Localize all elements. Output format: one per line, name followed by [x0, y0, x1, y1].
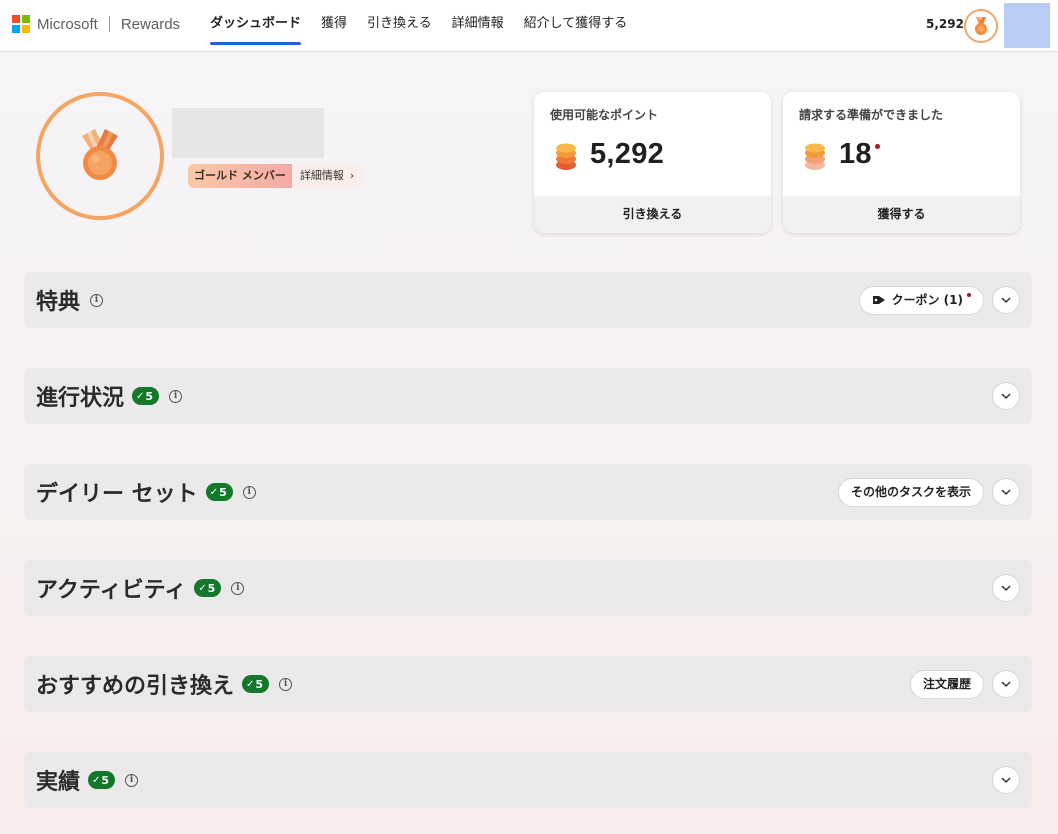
- section-progress[interactable]: 進行状況 ✓ 5 i: [24, 368, 1032, 424]
- checkmark-icon: ✓: [246, 678, 255, 690]
- section-achievements[interactable]: 実績 ✓ 5 i: [24, 752, 1032, 808]
- expand-button[interactable]: [992, 766, 1020, 794]
- nav-tab-dashboard[interactable]: ダッシュボード: [210, 0, 302, 52]
- redeem-button[interactable]: 引き換える: [534, 196, 771, 233]
- order-history-button[interactable]: 注文履歴: [909, 670, 984, 699]
- coupons-button[interactable]: クーポン (1): [858, 286, 984, 315]
- section-title: アクティビティ ✓ 5 i: [36, 560, 245, 616]
- section-title: 特典 i: [36, 272, 104, 328]
- brand-divider: [108, 16, 110, 32]
- nav-tab-earn[interactable]: 獲得: [321, 0, 347, 52]
- info-icon[interactable]: i: [125, 773, 139, 787]
- card-title: 請求する準備ができました: [799, 108, 944, 122]
- nav-tab-refer[interactable]: 紹介して獲得する: [524, 0, 628, 52]
- expand-button[interactable]: [992, 574, 1020, 602]
- chevron-down-icon: [1001, 297, 1011, 304]
- checkmark-icon: ✓: [136, 390, 145, 402]
- badge-count: 5: [207, 581, 216, 595]
- nav-tab-details[interactable]: 詳細情報: [452, 0, 504, 52]
- brand-name: Microsoft: [37, 15, 98, 33]
- completed-count-badge: ✓ 5: [194, 579, 222, 597]
- brand[interactable]: Microsoft Rewards: [12, 14, 180, 34]
- section-daily-set[interactable]: デイリー セット ✓ 5 i その他のタスクを表示: [24, 464, 1032, 520]
- card-title: 使用可能なポイント: [550, 108, 659, 122]
- section-activity[interactable]: アクティビティ ✓ 5 i: [24, 560, 1032, 616]
- info-icon[interactable]: i: [242, 485, 256, 499]
- checkmark-icon: ✓: [198, 582, 207, 594]
- tier-details-link[interactable]: 詳細情報 ›: [291, 164, 365, 188]
- tier-badge: ゴールド メンバー: [188, 164, 292, 188]
- coupons-label: クーポン (1): [891, 293, 964, 307]
- brand-product: Rewards: [120, 15, 181, 33]
- section-title-text: おすすめの引き換え: [36, 674, 235, 699]
- nav-tab-redeem[interactable]: 引き換える: [367, 0, 432, 52]
- chevron-down-icon: [1001, 489, 1011, 496]
- chevron-down-icon: [1001, 585, 1011, 592]
- show-more-tasks-button[interactable]: その他のタスクを表示: [837, 478, 984, 507]
- badge-count: 5: [219, 485, 227, 499]
- notification-dot: [967, 293, 971, 297]
- badge-count: 5: [255, 677, 264, 691]
- coin-stack-icon: [556, 143, 576, 170]
- info-icon[interactable]: i: [169, 389, 183, 403]
- expand-button[interactable]: [992, 670, 1020, 698]
- section-title-text: 実績: [36, 770, 81, 795]
- gold-medal-icon: [82, 129, 118, 180]
- checkmark-icon: ✓: [209, 486, 219, 498]
- info-icon[interactable]: i: [90, 293, 104, 307]
- info-icon[interactable]: i: [279, 677, 293, 691]
- expand-button[interactable]: [992, 382, 1020, 410]
- coin-stack-icon: [805, 143, 825, 170]
- chevron-right-icon: ›: [349, 169, 355, 182]
- main-nav: ダッシュボード 獲得 引き換える 詳細情報 紹介して獲得する: [210, 0, 647, 52]
- completed-count-badge: ✓ 5: [132, 387, 160, 405]
- section-title-text: デイリー セット: [36, 482, 198, 507]
- chevron-down-icon: [1001, 777, 1011, 784]
- profile-medal: [36, 92, 164, 220]
- gold-medal-icon[interactable]: [964, 9, 998, 43]
- available-points-value: 5,292: [590, 138, 665, 170]
- section-title: 実績 ✓ 5 i: [36, 752, 139, 808]
- notification-dot: [875, 144, 880, 149]
- section-title-text: 進行状況: [36, 386, 125, 411]
- section-title: おすすめの引き換え ✓ 5 i: [36, 656, 293, 712]
- section-title-text: アクティビティ: [36, 578, 187, 603]
- tag-icon: [872, 296, 885, 304]
- section-benefits[interactable]: 特典 i クーポン (1): [24, 272, 1032, 328]
- info-icon[interactable]: i: [231, 581, 245, 595]
- header-points[interactable]: 5,292: [926, 17, 964, 31]
- available-points-card: 使用可能なポイント 5,292 引き換える: [534, 92, 771, 233]
- tier-details-label: 詳細情報: [299, 169, 344, 182]
- completed-count-badge: ✓ 5: [88, 771, 116, 789]
- section-title: 進行状況 ✓ 5 i: [36, 368, 183, 424]
- user-name-placeholder: [172, 108, 324, 158]
- ready-to-claim-value: 18: [839, 138, 872, 170]
- completed-count-badge: ✓ 5: [242, 675, 270, 693]
- top-navigation-bar: Microsoft Rewards ダッシュボード 獲得 引き換える 詳細情報 …: [0, 0, 1058, 52]
- section-recommended-redeem[interactable]: おすすめの引き換え ✓ 5 i 注文履歴: [24, 656, 1032, 712]
- section-title-text: 特典: [36, 290, 81, 315]
- expand-button[interactable]: [992, 478, 1020, 506]
- completed-count-badge: ✓ 5: [205, 483, 233, 501]
- tier-row: ゴールド メンバー 詳細情報 ›: [188, 164, 365, 188]
- badge-count: 5: [101, 773, 110, 787]
- expand-button[interactable]: [992, 286, 1020, 314]
- earn-button[interactable]: 獲得する: [783, 196, 1020, 233]
- badge-count: 5: [145, 389, 154, 403]
- ready-to-claim-card: 請求する準備ができました 18 獲得する: [783, 92, 1020, 233]
- chevron-down-icon: [1001, 393, 1011, 400]
- microsoft-logo-icon: [12, 15, 30, 33]
- chevron-down-icon: [1001, 681, 1011, 688]
- checkmark-icon: ✓: [92, 774, 101, 786]
- avatar[interactable]: [1004, 3, 1050, 48]
- section-title: デイリー セット ✓ 5 i: [36, 464, 256, 520]
